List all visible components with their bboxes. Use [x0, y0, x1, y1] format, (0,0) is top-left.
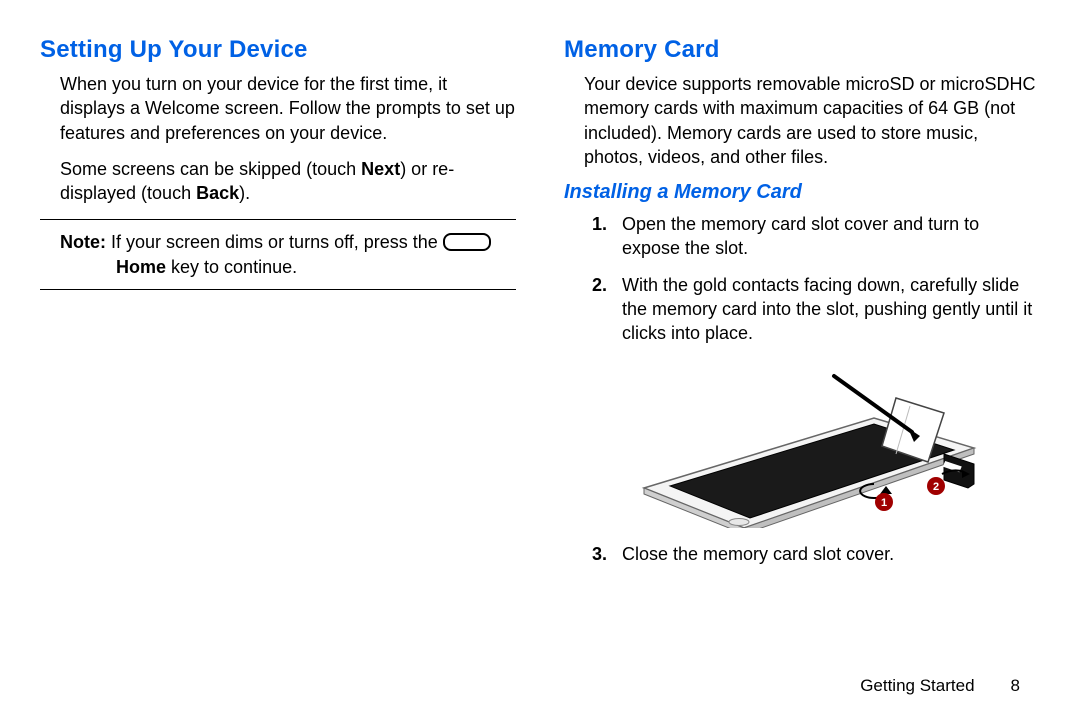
footer-section-name: Getting Started — [860, 676, 974, 696]
svg-text:2: 2 — [933, 481, 939, 493]
back-label: Back — [196, 183, 239, 203]
step-2: With the gold contacts facing down, care… — [592, 273, 1040, 346]
home-key-label: Home — [116, 257, 166, 277]
step-3: Close the memory card slot cover. — [592, 542, 1040, 566]
svg-text:1: 1 — [881, 497, 887, 509]
install-steps-cont: Close the memory card slot cover. — [592, 542, 1040, 566]
left-column: Setting Up Your Device When you turn on … — [40, 36, 516, 676]
footer-page-number: 8 — [1011, 676, 1020, 696]
right-column: Memory Card Your device supports removab… — [564, 36, 1040, 676]
two-column-layout: Setting Up Your Device When you turn on … — [40, 36, 1040, 676]
home-button-icon — [443, 233, 491, 251]
subheading-installing: Installing a Memory Card — [564, 181, 1040, 204]
text: key to continue. — [166, 257, 297, 277]
install-steps: Open the memory card slot cover and turn… — [592, 212, 1040, 345]
setup-paragraph-2: Some screens can be skipped (touch Next)… — [60, 157, 516, 206]
heading-memory-card: Memory Card — [564, 36, 1040, 64]
text: If your screen dims or turns off, press … — [106, 232, 443, 252]
note-label: Note: — [60, 232, 106, 252]
step-1: Open the memory card slot cover and turn… — [592, 212, 1040, 261]
text: Some screens can be skipped (touch — [60, 159, 361, 179]
memory-intro: Your device supports removable microSD o… — [584, 72, 1040, 169]
manual-page: Setting Up Your Device When you turn on … — [0, 0, 1080, 720]
heading-setting-up: Setting Up Your Device — [40, 36, 516, 64]
setup-paragraph-1: When you turn on your device for the fir… — [60, 72, 516, 145]
next-label: Next — [361, 159, 400, 179]
text: ). — [239, 183, 250, 203]
page-footer: Getting Started 8 — [40, 676, 1040, 696]
tablet-sdcard-illustration: 1 2 — [624, 358, 994, 528]
note-block: Note: If your screen dims or turns off, … — [40, 219, 516, 290]
note-text: Note: If your screen dims or turns off, … — [60, 230, 516, 279]
